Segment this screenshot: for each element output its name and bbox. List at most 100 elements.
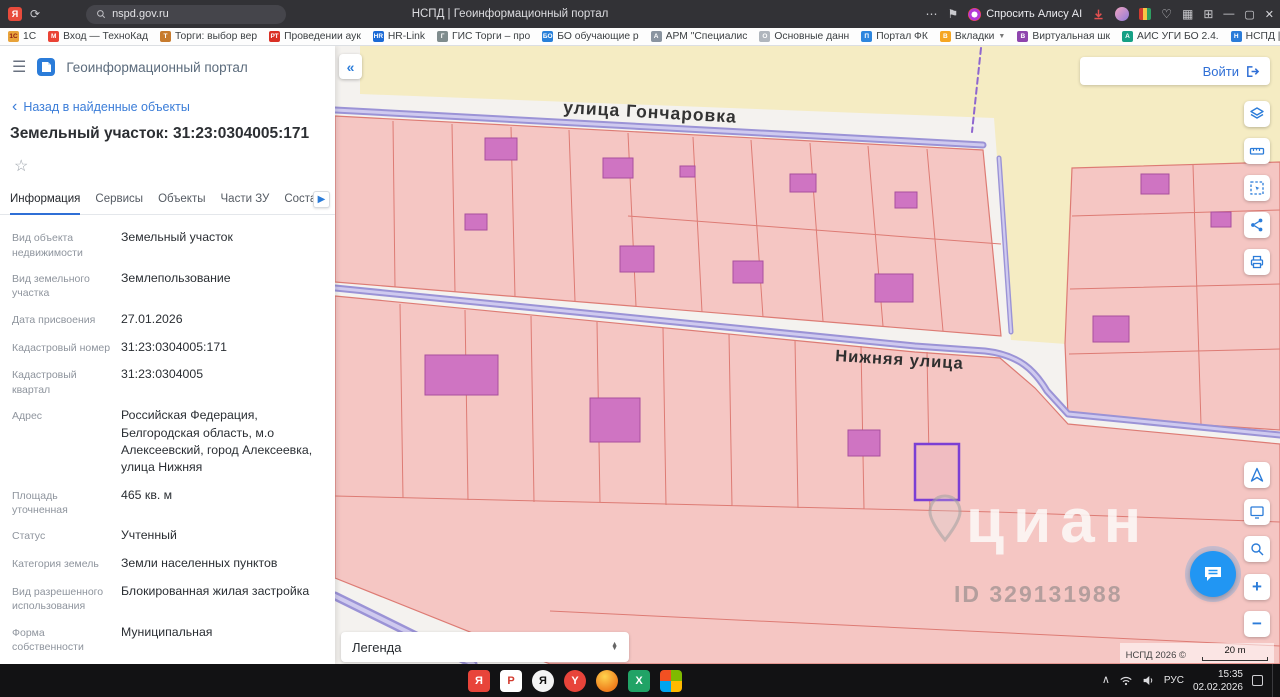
alice-icon — [968, 7, 982, 21]
more-menu-icon[interactable]: ⋯ — [925, 8, 937, 20]
clock[interactable]: 15:35 02.02.2026 — [1193, 668, 1243, 694]
login-icon — [1247, 65, 1260, 77]
volume-icon[interactable] — [1142, 674, 1155, 687]
map-nav-rail — [1244, 462, 1270, 562]
share-button[interactable] — [1244, 212, 1270, 238]
browser-logo-icon[interactable]: Я — [8, 7, 22, 21]
chat-bubble-icon — [1205, 567, 1221, 581]
bookmark-favicon: БО — [542, 31, 554, 42]
tabs-scroll-right-button[interactable]: ▶ — [313, 191, 330, 209]
bookmark-item[interactable]: 1С 1С — [8, 31, 36, 42]
bookmark-item[interactable]: А АРМ "Специалис — [650, 31, 747, 42]
measure-button[interactable] — [1244, 138, 1270, 164]
app-icon-excel[interactable]: X — [628, 669, 650, 692]
apps-grid-icon[interactable]: ⊞ — [1203, 8, 1213, 20]
attribute-row: Адрес Российская Федерация, Белгородская … — [12, 408, 313, 474]
extension-icon[interactable] — [1139, 8, 1152, 20]
copyright-text: НСПД 2026 © — [1125, 650, 1186, 661]
app-icon-yandex-browser[interactable]: Я — [468, 669, 490, 692]
chevron-down-icon: ▼ — [998, 33, 1006, 40]
action-center-icon[interactable] — [1252, 675, 1263, 686]
chevron-up-down-icon: ▲ ▼ — [611, 640, 618, 652]
scale-bar: 20 m — [1202, 645, 1268, 661]
alice-label: Спросить Алису AI — [986, 8, 1083, 20]
bookmark-item[interactable]: Т Торги: выбор вер — [160, 31, 257, 42]
share-icon — [1251, 218, 1263, 232]
screen-icon — [1250, 506, 1264, 519]
support-chat-button[interactable] — [1190, 551, 1236, 597]
system-tray: ∧ РУС 15:35 02.02.2026 — [1102, 664, 1275, 697]
zoom-in-button[interactable]: + — [1244, 574, 1270, 600]
bookmark-item[interactable]: В Виртуальная шк — [1017, 31, 1110, 42]
parcel-title: Земельный участок: 31:23:0304005:171 — [10, 125, 310, 142]
app-icon-office-grid[interactable] — [660, 669, 682, 692]
map-canvas[interactable]: улица Гончаровка Нижняя улица циан ID 32… — [335, 46, 1280, 664]
bookmark-item[interactable]: П Портал ФК — [861, 31, 928, 42]
tab-services[interactable]: Сервисы — [95, 186, 143, 214]
chevron-left-icon: ‹ — [12, 97, 18, 115]
app-icon-5[interactable] — [596, 669, 618, 692]
zoom-out-button[interactable]: − — [1244, 611, 1270, 637]
bookmark-favicon: О — [759, 31, 771, 42]
screenshot-button[interactable] — [1244, 499, 1270, 525]
back-to-results-link[interactable]: ‹ Назад в найденные объекты — [12, 97, 335, 115]
main-content: ☰ Геоинформационный портал ‹ Назад в най… — [0, 46, 1280, 694]
bookmark-item[interactable]: Г ГИС Торги – про — [437, 31, 530, 42]
alice-assistant-button[interactable]: Спросить Алису AI — [968, 7, 1083, 21]
bookmark-item[interactable]: О Основные данн — [759, 31, 849, 42]
bookmark-flag-icon[interactable]: ⚑ — [947, 8, 958, 20]
layers-button[interactable] — [1244, 101, 1270, 127]
site-security-icon — [97, 10, 106, 19]
app-icon-2[interactable]: P — [500, 669, 522, 692]
favorite-star-icon[interactable]: ☆ — [14, 156, 335, 176]
geolocation-icon — [1250, 467, 1264, 482]
favorites-icon[interactable]: ♡ — [1161, 8, 1172, 20]
tray-expand-icon[interactable]: ∧ — [1102, 675, 1110, 686]
panel-tabs: Информация Сервисы Объекты Части ЗУ Сост… — [0, 186, 335, 216]
bookmark-item[interactable]: А АИС УГИ БО 2.4. — [1122, 31, 1219, 42]
tab-parts[interactable]: Части ЗУ — [221, 186, 270, 214]
zoom-rail: + − — [1244, 574, 1270, 637]
refresh-icon[interactable]: ⟳ — [30, 8, 40, 20]
bookmark-item[interactable]: M Вход — ТехноКад — [48, 31, 148, 42]
bookmark-item[interactable]: РТ Проведении аук — [269, 31, 361, 42]
browser-chrome: Я ⟳ nspd.gov.ru НСПД | Геоинформационный… — [0, 0, 1280, 28]
bookmark-favicon: Г — [437, 31, 449, 42]
wifi-icon[interactable] — [1119, 674, 1133, 687]
selected-parcel[interactable] — [913, 442, 961, 502]
login-button[interactable]: Войти — [1080, 57, 1270, 85]
attribute-row: Кадастровый квартал 31:23:0304005 — [12, 367, 204, 396]
window-maximize-button[interactable]: ▢ — [1244, 8, 1254, 21]
bookmark-item[interactable]: HR HR-Link — [372, 31, 425, 42]
window-close-button[interactable]: ✕ — [1265, 8, 1274, 21]
select-area-icon — [1250, 181, 1264, 195]
layers-icon — [1250, 107, 1264, 119]
bookmark-folder[interactable]: В Вкладки ▼ — [939, 31, 1006, 42]
collections-icon[interactable]: ▦ — [1182, 8, 1193, 20]
attribute-row: Категория земель Земли населенных пунктов — [12, 556, 278, 571]
attribute-row: Форма собственности Муниципальная — [12, 624, 213, 653]
address-bar[interactable]: nspd.gov.ru — [86, 4, 287, 24]
geolocation-button[interactable] — [1244, 462, 1270, 488]
app-icon-3[interactable]: Я — [532, 669, 554, 692]
map-attribution: НСПД 2026 © 20 m — [1119, 643, 1274, 663]
window-minimize-button[interactable]: — — [1223, 8, 1234, 20]
taskbar: Я P Я Y X ∧ РУС 15:35 02.02.2026 — [0, 664, 1280, 697]
downloads-icon[interactable] — [1092, 8, 1105, 21]
print-button[interactable] — [1244, 249, 1270, 275]
bookmark-favicon: А — [650, 31, 662, 42]
legend-dropdown[interactable]: Легенда ▲ ▼ — [341, 632, 629, 662]
map-tools-rail — [1244, 101, 1270, 275]
bookmark-item[interactable]: ННСПД | Геоинфор — [1230, 31, 1280, 42]
bookmark-item[interactable]: БО БО обучающие р — [542, 31, 639, 42]
show-desktop-button[interactable] — [1272, 664, 1275, 697]
language-indicator[interactable]: РУС — [1164, 675, 1184, 686]
tab-objects[interactable]: Объекты — [158, 186, 205, 214]
collapse-panel-button[interactable]: « — [339, 54, 362, 79]
tab-information[interactable]: Информация — [10, 186, 81, 216]
menu-icon[interactable]: ☰ — [12, 57, 26, 77]
search-on-map-button[interactable] — [1244, 536, 1270, 562]
app-icon-4[interactable]: Y — [564, 669, 586, 692]
select-area-button[interactable] — [1244, 175, 1270, 201]
profile-avatar[interactable] — [1115, 7, 1130, 21]
